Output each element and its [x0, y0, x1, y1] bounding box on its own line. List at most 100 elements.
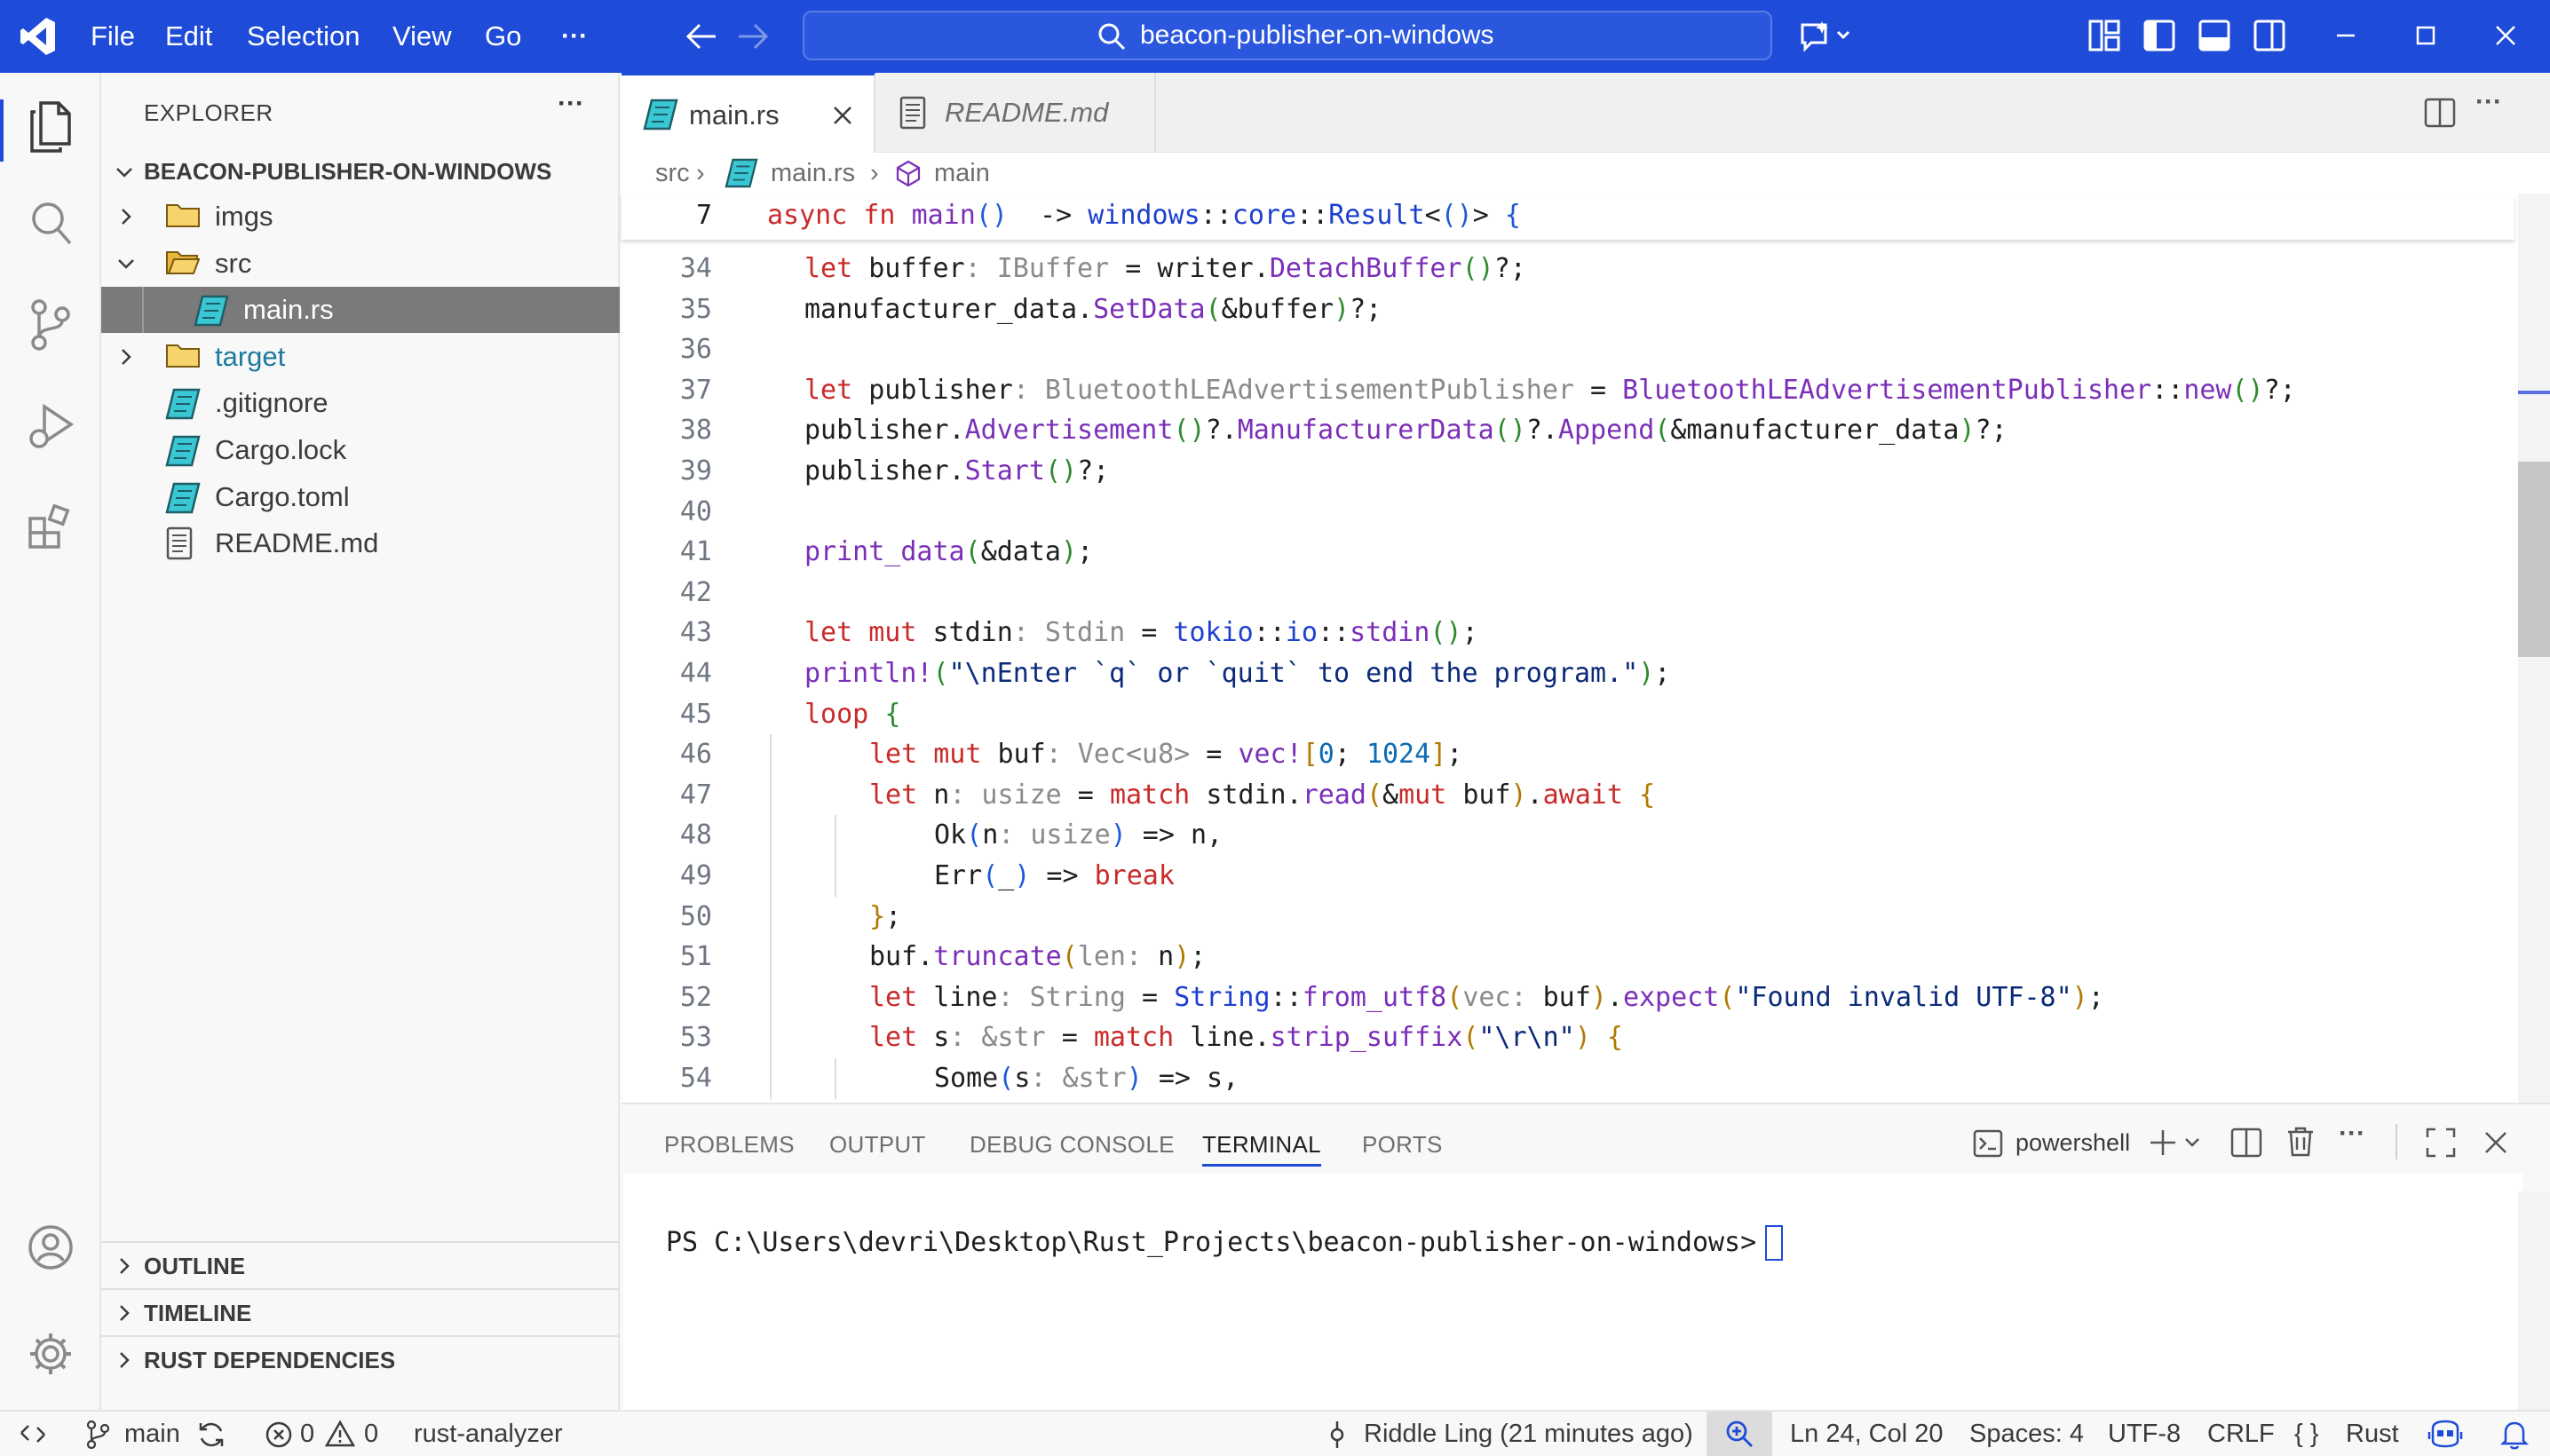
tab-main-rs[interactable]: main.rs	[622, 73, 875, 153]
tree-item-readme-md[interactable]: README.md	[101, 520, 620, 566]
cursor-position[interactable]: Ln 24, Col 20	[1790, 1412, 1944, 1456]
split-terminal-icon[interactable]	[2230, 1128, 2262, 1158]
menu-go[interactable]: Go	[485, 0, 521, 73]
manage-gear-icon[interactable]	[27, 1330, 75, 1378]
code-line[interactable]: 49 Err(_) => break	[622, 856, 2529, 897]
code-line[interactable]: 50};	[622, 896, 2529, 938]
code-line[interactable]: 48 Ok(n: usize) => n,	[622, 815, 2529, 856]
tree-item-imgs[interactable]: imgs	[101, 194, 620, 240]
tab-terminal[interactable]: TERMINAL	[1202, 1131, 1321, 1167]
panel-more-button[interactable]: ···	[2339, 1119, 2365, 1149]
menu-edit[interactable]: Edit	[165, 0, 212, 73]
indent-guide	[835, 815, 836, 856]
close-tab-icon[interactable]	[831, 104, 854, 127]
code-line[interactable]: 35 manufacturer_data.SetData(&buffer)?;	[622, 289, 2529, 330]
accounts-icon[interactable]	[27, 1223, 75, 1271]
indentation[interactable]: Spaces: 4	[1969, 1412, 2084, 1456]
menu-selection[interactable]: Selection	[247, 0, 360, 73]
tree-item-label: main.rs	[243, 294, 334, 326]
code-editor[interactable]: 34 let buffer: IBuffer = writer.DetachBuf…	[622, 194, 2529, 1103]
code-line[interactable]: 44 println!("\nEnter `q` or `quit` to end…	[622, 653, 2529, 694]
braces-icon: { }	[2294, 1420, 2319, 1448]
editor-more-button[interactable]: ···	[2475, 87, 2502, 117]
tab-output[interactable]: OUTPUT	[829, 1131, 926, 1159]
explorer-more-button[interactable]: ···	[558, 89, 584, 119]
terminal-view[interactable]: PS C:\Users\devri\Desktop\Rust_Projects\…	[623, 1174, 2523, 1410]
maximize-icon[interactable]	[2411, 21, 2440, 50]
menu-more-button[interactable]: ···	[561, 0, 588, 73]
tab-problems[interactable]: PROBLEMS	[664, 1131, 795, 1159]
run-debug-icon[interactable]	[27, 401, 75, 451]
search-view-icon[interactable]	[28, 199, 73, 247]
section-outline[interactable]: OUTLINE	[101, 1241, 620, 1287]
tab-debug-console[interactable]: DEBUG CONSOLE	[970, 1131, 1175, 1159]
tab-readme-md[interactable]: README.md	[877, 73, 1156, 153]
rust-analyzer-status[interactable]: rust-analyzer	[414, 1412, 563, 1456]
code-line[interactable]: 43 let mut stdin: Stdin = tokio::io::stdi…	[622, 613, 2529, 653]
code-line[interactable]: 39 publisher.Start()?;	[622, 451, 2529, 492]
forward-arrow-icon[interactable]	[737, 21, 769, 51]
close-panel-icon[interactable]	[2483, 1129, 2509, 1156]
zoom-indicator[interactable]	[1707, 1412, 1772, 1456]
end-of-line[interactable]: CRLF	[2207, 1412, 2275, 1456]
code-line[interactable]: 54 Some(s: &str) => s,	[622, 1058, 2529, 1099]
code-line[interactable]: 47 let n: usize = match stdin.read(&mut b…	[622, 774, 2529, 816]
command-center-search[interactable]: beacon-publisher-on-windows	[803, 11, 1772, 60]
tree-item-main-rs[interactable]: main.rs	[101, 287, 620, 334]
code-line[interactable]: 41 print_data(&data);	[622, 532, 2529, 573]
back-arrow-icon[interactable]	[685, 21, 717, 51]
tree-item-src[interactable]: src	[101, 241, 620, 287]
maximize-panel-icon[interactable]	[2426, 1128, 2456, 1158]
copilot-chat-icon[interactable]	[1799, 20, 1854, 53]
terminal-shell-label[interactable]: powershell	[2015, 1129, 2130, 1157]
sync-icon[interactable]	[197, 1420, 226, 1449]
menu-view[interactable]: View	[392, 0, 452, 73]
split-editor-icon[interactable]	[2424, 98, 2456, 128]
code-line[interactable]: 53 let s: &str = match line.strip_suffix(…	[622, 1017, 2529, 1058]
terminal-scrollbar[interactable]	[2518, 1191, 2550, 1410]
code-line[interactable]: 52 let line: String = String::from_utf8(v…	[622, 977, 2529, 1018]
editor-scrollbar-thumb[interactable]	[2518, 462, 2550, 657]
close-window-icon[interactable]	[2491, 21, 2520, 50]
menu-file[interactable]: File	[91, 0, 135, 73]
breadcrumb-symbol[interactable]: main	[934, 153, 990, 194]
tree-item-cargo-toml[interactable]: Cargo.toml	[101, 474, 620, 520]
line-number: 35	[679, 293, 712, 325]
code-line[interactable]: 37 let publisher: BluetoothLEAdvertisemen…	[622, 370, 2529, 411]
breadcrumb-folder[interactable]: src	[655, 153, 690, 194]
code-line[interactable]: 34 let buffer: IBuffer = writer.DetachBuf…	[622, 249, 2529, 289]
tree-item-label: src	[215, 247, 252, 279]
toggle-primary-sidebar-icon[interactable]	[2143, 20, 2175, 51]
sticky-scroll-line[interactable]: 7 async fn main() -> windows::core::Resul…	[622, 194, 2514, 240]
copilot-icon[interactable]	[2427, 1420, 2463, 1448]
explorer-icon[interactable]	[27, 99, 75, 153]
code-line[interactable]: 46 let mut buf: Vec<u8> = vec![0; 1024];	[622, 734, 2529, 775]
section-rust-dependencies[interactable]: RUST DEPENDENCIES	[101, 1335, 620, 1381]
tree-item-cargo-lock[interactable]: Cargo.lock	[101, 427, 620, 473]
toggle-secondary-sidebar-icon[interactable]	[2253, 20, 2285, 51]
extensions-icon[interactable]	[27, 502, 75, 550]
remote-indicator[interactable]	[0, 1412, 69, 1456]
tree-item-target[interactable]: target	[101, 334, 620, 380]
toggle-panel-icon[interactable]	[2198, 20, 2230, 51]
error-count: 0	[300, 1420, 315, 1448]
minimize-icon[interactable]	[2332, 21, 2360, 50]
tree-item-label: README.md	[215, 527, 379, 559]
section-timeline[interactable]: TIMELINE	[101, 1288, 620, 1334]
breadcrumb-file[interactable]: main.rs	[771, 153, 855, 194]
new-terminal-icon[interactable]	[2149, 1128, 2207, 1158]
tab-ports[interactable]: PORTS	[1362, 1131, 1443, 1159]
customize-layout-icon[interactable]	[2088, 20, 2120, 51]
code-line[interactable]: 40	[622, 492, 2529, 533]
trash-icon[interactable]	[2285, 1126, 2316, 1158]
encoding[interactable]: UTF-8	[2108, 1412, 2181, 1456]
code-line[interactable]: 45 loop {	[622, 694, 2529, 735]
code-line[interactable]: 42	[622, 573, 2529, 613]
source-control-icon[interactable]	[28, 298, 73, 352]
tree-item-gitignore[interactable]: .gitignore	[101, 380, 620, 426]
workspace-root[interactable]: BEACON-PUBLISHER-ON-WINDOWS	[101, 149, 620, 194]
code-line[interactable]: 51 buf.truncate(len: n);	[622, 937, 2529, 977]
notifications-bell-icon[interactable]	[2500, 1420, 2529, 1450]
code-line[interactable]: 38 publisher.Advertisement()?.Manufacture…	[622, 410, 2529, 451]
code-line[interactable]: 36	[622, 329, 2529, 370]
